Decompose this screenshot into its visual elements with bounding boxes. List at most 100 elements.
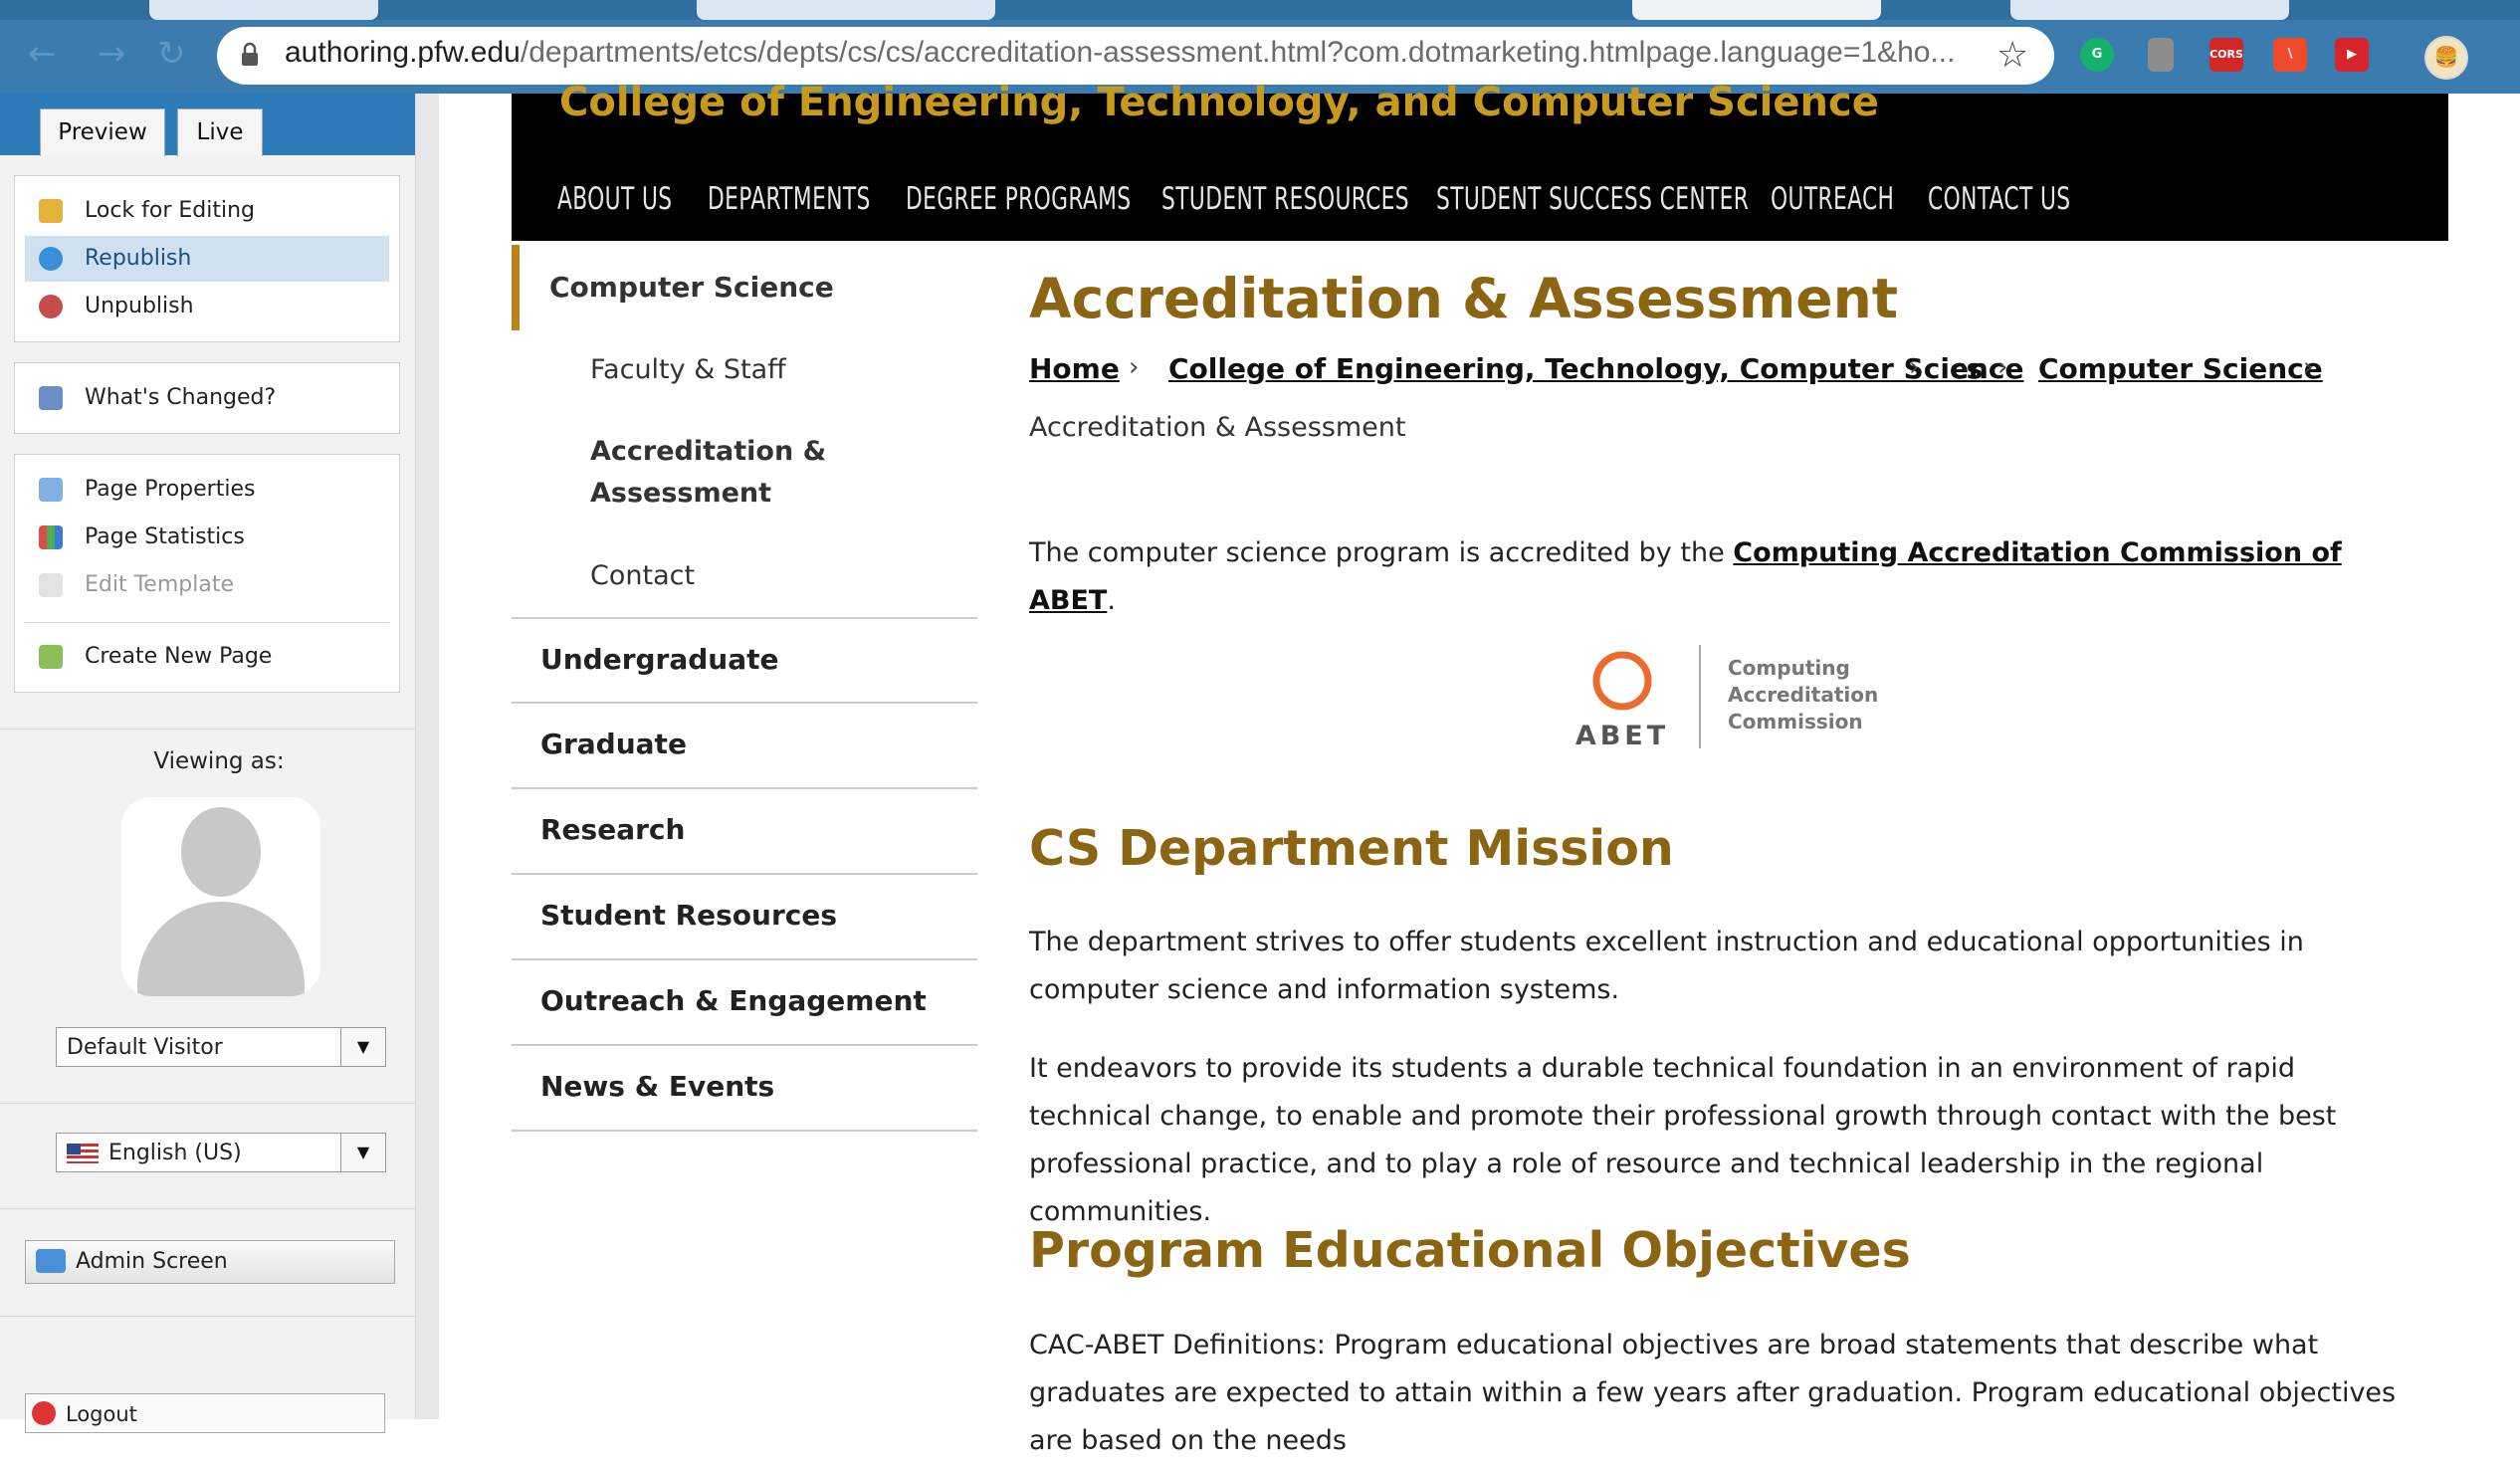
leftnav-graduate[interactable]: Graduate: [540, 728, 687, 760]
media-extension-icon[interactable]: ▶: [2335, 38, 2369, 72]
breadcrumb-home[interactable]: Home: [1029, 352, 1120, 385]
divider: [0, 1103, 415, 1104]
leftnav-divider: [512, 702, 977, 704]
objectives-paragraph: CAC-ABET Definitions: Program educationa…: [1029, 1330, 2397, 1456]
browser-tab[interactable]: [2010, 0, 2289, 20]
breadcrumb-cs[interactable]: cs: [1950, 352, 1983, 385]
leftnav-outreach-engagement[interactable]: Outreach & Engagement: [540, 984, 927, 1017]
address-bar[interactable]: authoring.pfw.edu/departments/etcs/depts…: [217, 27, 2054, 85]
back-icon[interactable]: ←: [28, 34, 57, 74]
leftnav-news-events[interactable]: News & Events: [540, 1070, 774, 1103]
leftnav-undergraduate[interactable]: Undergraduate: [540, 643, 779, 676]
leftnav-divider: [512, 873, 977, 875]
viewing-as-label: Viewing as:: [153, 748, 285, 774]
nav-student-resources[interactable]: STUDENT RESOURCES: [1161, 181, 1409, 217]
leftnav-contact[interactable]: Contact: [590, 560, 695, 591]
tab-preview[interactable]: Preview: [40, 108, 165, 156]
avatar-head-shape: [181, 807, 261, 897]
url-host: authoring.pfw.edu: [285, 36, 521, 69]
page-statistics-button[interactable]: Page Statistics: [25, 515, 389, 560]
abet-line3: Commission: [1728, 710, 1863, 733]
extension-icon[interactable]: [2148, 38, 2174, 72]
leftnav-accreditation-line2[interactable]: Assessment: [590, 478, 771, 509]
visitor-avatar: [121, 797, 320, 996]
compare-icon: [39, 386, 63, 410]
nav-departments[interactable]: DEPARTMENTS: [708, 181, 871, 217]
avatar-body-shape: [137, 902, 305, 996]
new-page-icon: [39, 645, 63, 669]
leftnav-research[interactable]: Research: [540, 813, 685, 846]
leftnav-student-resources[interactable]: Student Resources: [540, 899, 837, 932]
bookmark-star-icon[interactable]: ☆: [1996, 35, 2028, 76]
leftnav-computer-science[interactable]: Computer Science: [549, 271, 834, 304]
browser-tab[interactable]: [697, 0, 995, 20]
us-flag-icon: [67, 1144, 99, 1163]
nav-degree-programs[interactable]: DEGREE PROGRAMS: [906, 181, 1132, 217]
template-icon: [39, 573, 63, 597]
language-select[interactable]: English (US) ▼: [56, 1133, 386, 1172]
breadcrumb-college[interactable]: College of Engineering, Technology, Comp…: [1168, 352, 2023, 385]
breadcrumb-current: Accreditation & Assessment: [1029, 412, 1406, 443]
edit-template-label: Edit Template: [85, 572, 234, 597]
forward-icon[interactable]: →: [98, 34, 126, 74]
back-arrow-icon: [36, 1249, 66, 1273]
accreditation-sentence: The computer science program is accredit…: [1029, 537, 1725, 568]
publish-actions-box: Lock for Editing Republish Unpublish: [14, 175, 400, 342]
cors-extension-icon[interactable]: CORS: [2209, 38, 2243, 72]
college-title[interactable]: College of Engineering, Technology, and …: [559, 80, 1879, 125]
language-select-value: English (US): [108, 1141, 242, 1165]
url-path: /departments/etcs/depts/cs/cs/accreditat…: [520, 36, 1956, 69]
breadcrumb-chevron-icon: ›: [2303, 352, 2314, 382]
breadcrumb-chevron-icon: ›: [1997, 352, 2008, 382]
abet-logo: ABET Computing Accreditation Commission: [1575, 645, 1878, 751]
logout-button[interactable]: Logout: [25, 1393, 385, 1433]
sentence-period: .: [1107, 585, 1116, 616]
leftnav-divider: [512, 787, 977, 789]
page-properties-button[interactable]: Page Properties: [25, 467, 389, 513]
bar-chart-icon: [39, 525, 63, 549]
republish-button[interactable]: Republish: [25, 236, 389, 282]
cms-mode-header: Preview Live: [0, 94, 415, 156]
page-title: Accreditation & Assessment: [1029, 267, 1899, 330]
divider: [25, 622, 389, 623]
leftnav-faculty-staff[interactable]: Faculty & Staff: [590, 354, 786, 385]
abet-line2: Accreditation: [1728, 683, 1878, 707]
breadcrumb-computer-science[interactable]: Computer Science: [2038, 352, 2323, 385]
breadcrumb-chevron-icon: ›: [1129, 352, 1140, 382]
nav-outreach[interactable]: OUTREACH: [1771, 181, 1894, 217]
page-properties-icon: [39, 478, 63, 502]
nav-contact-us[interactable]: CONTACT US: [1928, 181, 2070, 217]
padlock-icon: [39, 199, 63, 223]
logout-label: Logout: [66, 1402, 137, 1426]
browser-tab[interactable]: [149, 0, 378, 20]
admin-screen-button[interactable]: Admin Screen: [25, 1240, 395, 1284]
create-new-page-button[interactable]: Create New Page: [25, 634, 389, 680]
abet-line1: Computing: [1728, 656, 1850, 680]
mission-paragraph-2: It endeavors to provide its students a d…: [1029, 1053, 2337, 1227]
unpublish-button[interactable]: Unpublish: [25, 284, 389, 329]
grammarly-extension-icon[interactable]: G: [2080, 38, 2114, 72]
browser-tab-active[interactable]: [1632, 0, 1881, 20]
url-text: authoring.pfw.edu/departments/etcs/depts…: [285, 36, 1955, 70]
nav-student-success-center[interactable]: STUDENT SUCCESS CENTER: [1436, 181, 1749, 217]
profile-avatar-icon[interactable]: 🍔: [2424, 36, 2468, 80]
visitor-select[interactable]: Default Visitor ▼: [56, 1027, 386, 1067]
whats-changed-button[interactable]: What's Changed?: [25, 375, 389, 421]
tab-live[interactable]: Live: [177, 108, 263, 156]
leftnav-accreditation-line1[interactable]: Accreditation &: [590, 436, 826, 467]
mission-heading: CS Department Mission: [1029, 820, 1674, 877]
leftnav-divider: [512, 1044, 977, 1046]
edit-template-button[interactable]: Edit Template: [25, 562, 389, 608]
create-new-page-label: Create New Page: [85, 644, 273, 669]
divider: [0, 729, 415, 730]
objectives-heading: Program Educational Objectives: [1029, 1222, 1911, 1279]
divider: [0, 1316, 415, 1317]
reload-icon[interactable]: ↻: [157, 34, 186, 74]
chevron-down-icon[interactable]: ▼: [340, 1134, 385, 1171]
unpublish-label: Unpublish: [85, 294, 194, 318]
nav-about-us[interactable]: ABOUT US: [557, 181, 672, 217]
globe-icon: [39, 247, 63, 271]
translate-extension-icon[interactable]: ∖: [2273, 38, 2307, 72]
chevron-down-icon[interactable]: ▼: [340, 1028, 385, 1066]
lock-for-editing-button[interactable]: Lock for Editing: [25, 188, 389, 234]
